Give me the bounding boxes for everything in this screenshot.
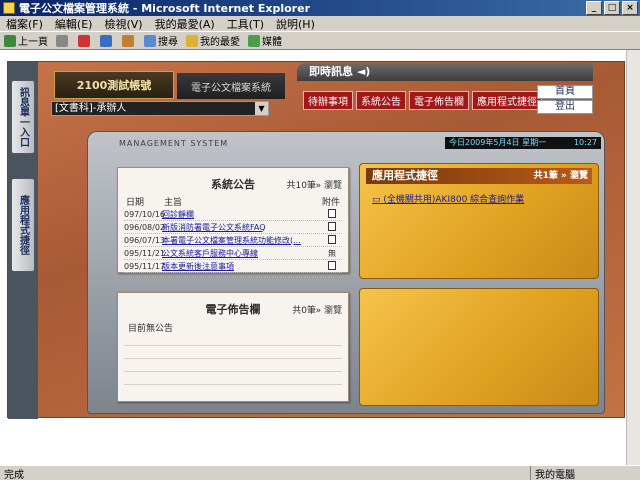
announcement-subject-link[interactable]: 版本更新後注意事項: [162, 261, 322, 272]
announcement-subject-link[interactable]: 新版消防署電子公文系統FAQ: [162, 222, 322, 233]
announcement-row[interactable]: 097/10/16 回診靜欄: [124, 208, 342, 221]
menu-help[interactable]: 說明(H): [270, 16, 321, 32]
announcements-panel: 系統公告 共10筆 » 瀏覽 日期 主旨 附件 097/10/16 回診靜欄 096…: [117, 167, 349, 273]
announcement-subject-link[interactable]: 公文系統客戶服務中心專線: [162, 248, 322, 259]
media-icon: [248, 34, 260, 47]
announcement-row[interactable]: 096/07/13 本署電子公文檔案管理系統功能修改(...: [124, 234, 342, 247]
brand-label: MANAGEMENT SYSTEM: [119, 139, 229, 148]
system-tab[interactable]: 電子公文檔案系統: [177, 73, 285, 99]
account-tab[interactable]: 2100測試帳號: [54, 71, 174, 99]
sidebar-tab-apps[interactable]: 應用程式捷徑: [11, 178, 35, 272]
bulletin-count: 共0筆: [292, 306, 316, 316]
bulletin-button[interactable]: 電子佈告欄: [409, 91, 469, 110]
logout-link[interactable]: 登出: [537, 100, 593, 114]
attachment-cell: [322, 260, 342, 272]
document-icon[interactable]: [328, 221, 336, 231]
bulletin-panel: 電子佈告欄 共0筆 » 瀏覽 目前無公告: [117, 292, 349, 402]
home-link[interactable]: 首頁: [537, 85, 593, 99]
apps-browse-link[interactable]: 瀏覽: [570, 171, 588, 181]
announcement-button[interactable]: 系統公告: [356, 91, 406, 110]
favorites-button[interactable]: 我的最愛: [182, 33, 244, 48]
announcement-date: 096/07/13: [124, 235, 166, 245]
stop-button[interactable]: [74, 34, 96, 47]
refresh-button[interactable]: [96, 34, 118, 47]
announcement-date: 095/11/21: [124, 248, 166, 258]
menu-view[interactable]: 檢視(V): [98, 16, 148, 32]
bulletin-browse-link[interactable]: » 瀏覽: [316, 303, 342, 316]
search-button[interactable]: 搜尋: [140, 33, 182, 48]
announcement-date: 096/08/02: [124, 222, 166, 232]
menu-favorites[interactable]: 我的最愛(A): [149, 16, 221, 32]
bulletin-lines: [124, 333, 342, 395]
role-select[interactable]: [文書科]-承辦人 ▼: [51, 101, 269, 116]
stop-icon: [78, 34, 90, 47]
announcement-subject-link[interactable]: 本署電子公文檔案管理系統功能修改(...: [162, 235, 322, 246]
announcements-header: 日期 主旨 附件: [126, 198, 341, 208]
attachment-cell: [322, 221, 342, 233]
announcement-row[interactable]: 096/08/02 新版消防署電子公文系統FAQ: [124, 221, 342, 234]
forward-button[interactable]: [52, 34, 74, 47]
zone-text: 我的電腦: [530, 465, 640, 480]
star-icon: [186, 34, 198, 47]
menu-bar: 檔案(F) 編輯(E) 檢視(V) 我的最愛(A) 工具(T) 說明(H): [0, 16, 640, 32]
announcement-row[interactable]: 095/11/21 公文系統客戶服務中心專線無: [124, 247, 342, 260]
window-title: 電子公文檔案管理系統 - Microsoft Internet Explorer: [19, 2, 310, 15]
back-arrow-icon: [4, 34, 16, 47]
announcement-date: 095/11/17: [124, 261, 166, 271]
maximize-button[interactable]: □: [604, 1, 620, 15]
status-bar: 完成 我的電腦: [0, 465, 640, 480]
quick-buttons: 待辦事項 系統公告 電子佈告欄 應用程式捷徑: [303, 91, 542, 110]
document-icon[interactable]: [328, 260, 336, 270]
apps-title-bar: 應用程式捷徑 共1筆 » 瀏覽: [366, 168, 592, 184]
home-icon: [122, 34, 134, 47]
announcement-date: 097/10/16: [124, 209, 166, 219]
menu-file[interactable]: 檔案(F): [0, 16, 49, 32]
decorative-panel: [359, 288, 599, 406]
attachment-cell: [322, 234, 342, 246]
app-shortcut-button[interactable]: 應用程式捷徑: [472, 91, 542, 110]
todo-button[interactable]: 待辦事項: [303, 91, 353, 110]
announcement-row[interactable]: 095/11/17 版本更新後注意事項: [124, 260, 342, 273]
left-rail: 訊息單一入口 應用程式捷徑: [8, 62, 38, 419]
status-text: 完成: [4, 469, 24, 480]
search-icon: [144, 34, 156, 47]
window-icon: ▭: [372, 195, 384, 205]
announcements-browse-link[interactable]: » 瀏覽: [316, 178, 342, 191]
announcements-count: 共10筆: [286, 181, 316, 191]
close-button[interactable]: ×: [622, 1, 638, 15]
chevron-down-icon: ▼: [255, 102, 268, 115]
media-button[interactable]: 媒體: [244, 33, 286, 48]
document-icon[interactable]: [328, 208, 336, 218]
forward-arrow-icon: [56, 34, 68, 47]
app-link-aki800[interactable]: ▭ (全機關共用)AKI800 綜合查詢作業: [372, 192, 524, 205]
apps-panel: 應用程式捷徑 共1筆 » 瀏覽 ▭ (全機關共用)AKI800 綜合查詢作業: [359, 163, 599, 279]
document-icon[interactable]: [328, 234, 336, 244]
menu-tools[interactable]: 工具(T): [221, 16, 270, 32]
refresh-icon: [100, 34, 112, 47]
instant-message-bar[interactable]: 即時訊息 ◄): [297, 63, 593, 81]
speaker-icon: ◄): [356, 65, 371, 78]
back-button[interactable]: 上一頁: [0, 33, 52, 48]
ie-icon: [3, 2, 15, 14]
sidebar-tab-messages[interactable]: 訊息單一入口: [11, 80, 35, 154]
title-bar: 電子公文檔案管理系統 - Microsoft Internet Explorer…: [0, 0, 640, 16]
date-display: 今日2009年5月4日 星期一 10:27: [445, 137, 601, 149]
attachment-none: 無: [328, 248, 336, 258]
toolbar: 上一頁 搜尋 我的最愛 媒體: [0, 32, 640, 50]
scrollbar[interactable]: [626, 50, 640, 465]
announcement-subject-link[interactable]: 回診靜欄: [162, 209, 322, 220]
menu-edit[interactable]: 編輯(E): [49, 16, 99, 32]
attachment-cell: [322, 208, 342, 220]
minimize-button[interactable]: _: [586, 1, 602, 15]
announcements-list: 097/10/16 回診靜欄 096/08/02 新版消防署電子公文系統FAQ 096/…: [124, 208, 342, 273]
home-button[interactable]: [118, 34, 140, 47]
